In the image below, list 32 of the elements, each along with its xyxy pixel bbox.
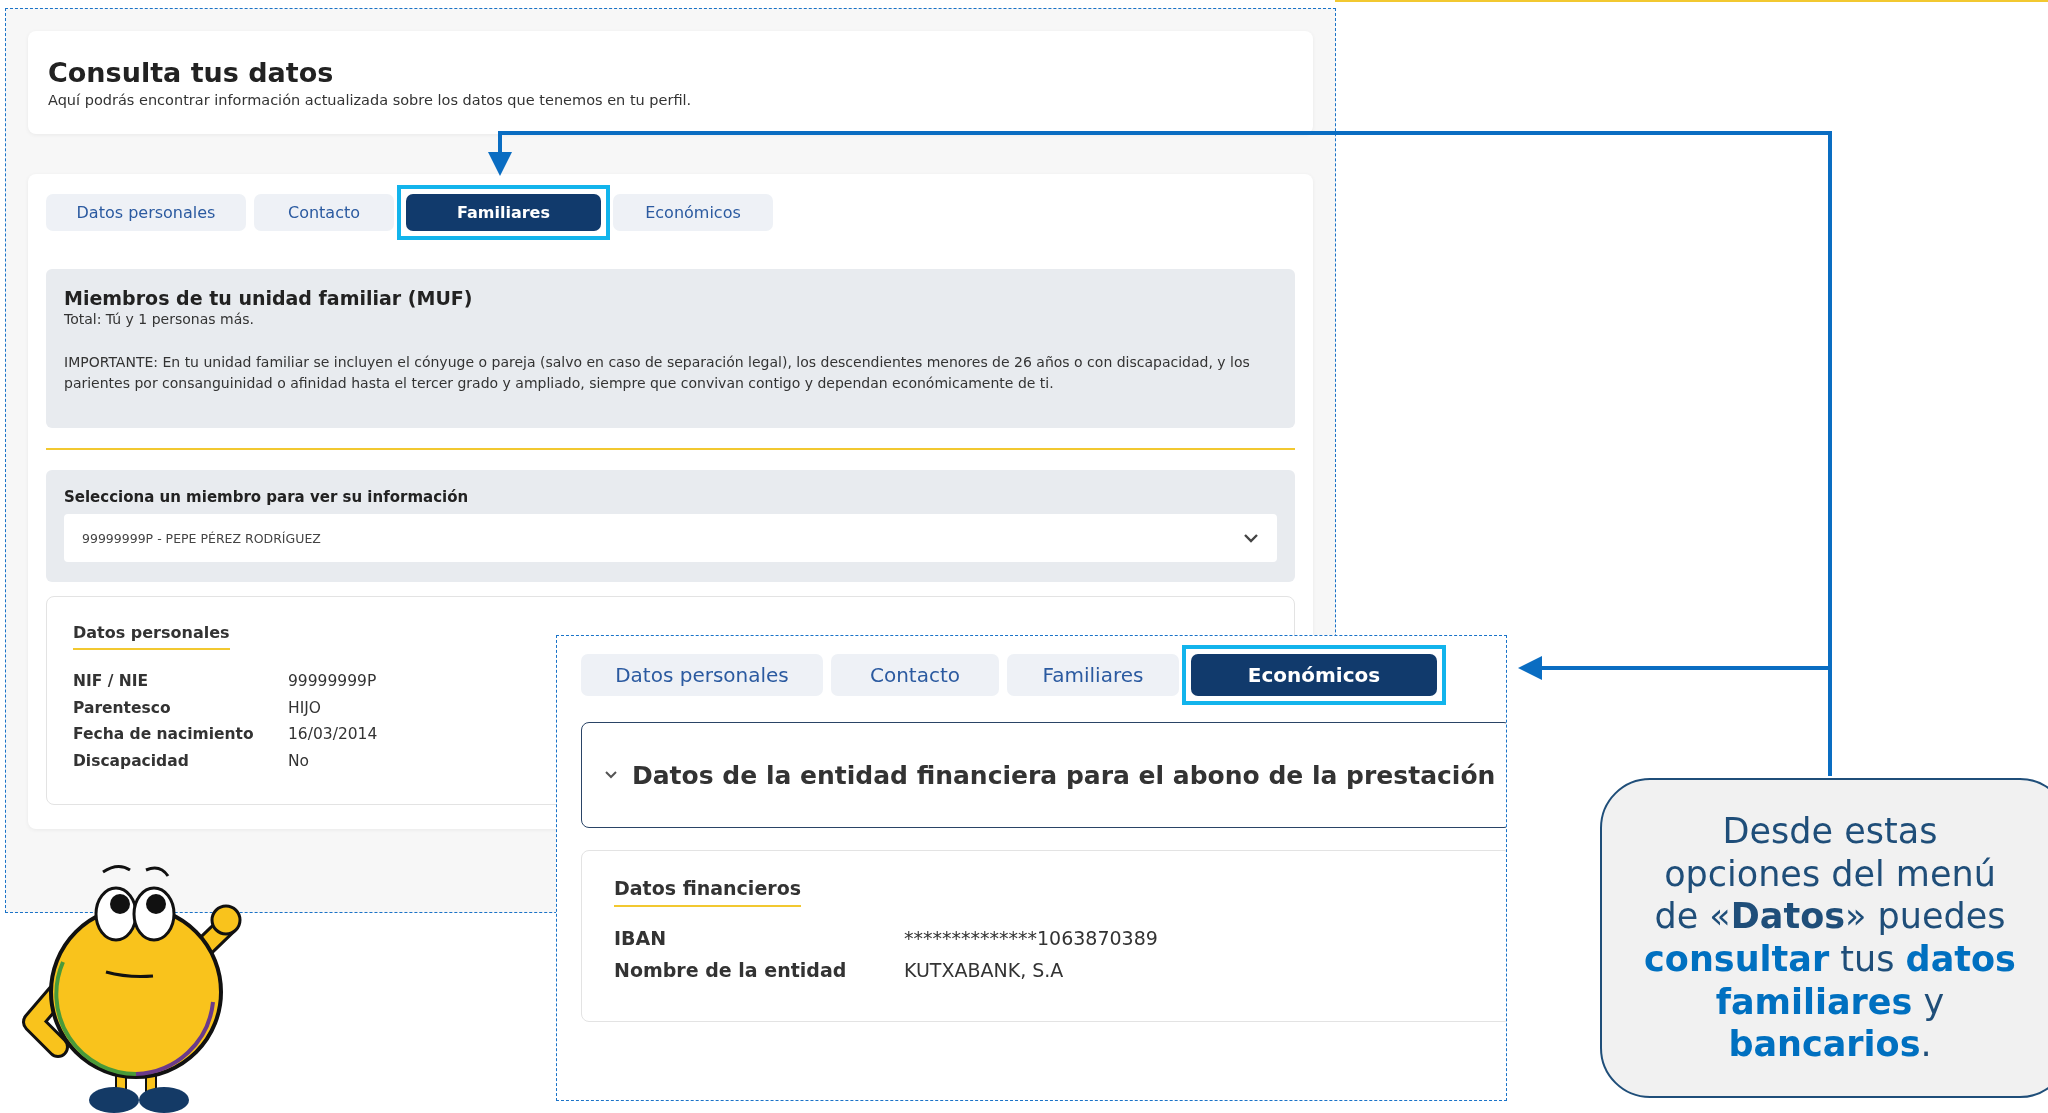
field-label: Parentesco — [73, 698, 172, 717]
select-label: Selecciona un miembro para ver su información — [64, 488, 470, 506]
total-text: Total: Tú y 1 personas más. — [64, 310, 255, 329]
tab[interactable]: Contacto — [831, 654, 999, 696]
field-value: HIJO — [288, 698, 321, 717]
tab[interactable]: Contacto — [254, 194, 394, 231]
tab[interactable]: Económicos — [613, 194, 773, 231]
tab[interactable]: Datos personales — [581, 654, 823, 696]
tab[interactable]: Familiares — [1007, 654, 1179, 696]
field-label: NIF / NIE — [73, 672, 150, 690]
page-title: Consulta tus datos — [48, 57, 335, 88]
field-label: Discapacidad — [73, 751, 190, 770]
page-subtitle: Aquí podrás encontrar información actualizada sobre los datos que tenemos en tu perfil. — [48, 92, 693, 108]
member-select[interactable]: 99999999P - PEPE PÉREZ RODRÍGUEZ — [64, 514, 1277, 562]
tab[interactable]: Datos personales — [46, 194, 246, 231]
field-label: Fecha de nacimiento — [73, 725, 255, 744]
field-label: IBAN — [614, 927, 668, 949]
section-title: Miembros de tu unidad familiar (MUF) — [64, 287, 474, 309]
accordion-header[interactable]: Datos de la entidad financiera para el abono de la prestación — [581, 722, 1506, 828]
field-label: Nombre de la entidad — [614, 959, 848, 982]
field-value: **************1063870389 — [904, 927, 1158, 949]
notice-text: IMPORTANTE: En tu unidad familiar se incluyen el cónyuge o pareja (salvo en caso de separación legal), los descendientes menores de 26 años o con discapacidad, y los parientes por consanguinidad o afinidad hasta el tercer grado y ampliado, siempre que convivan contigo y dependan económicamente de ti. — [64, 353, 1251, 393]
field-value: 99999999P — [288, 672, 377, 690]
card-title: Datos personales — [73, 623, 230, 650]
card-title: Datos financieros — [614, 877, 801, 907]
field-value: KUTXABANK, S.A — [904, 959, 1064, 982]
callout-text: Desde estas opciones del menú de «Datos» puedes consultar tus datos familiares y bancarios. — [1643, 809, 2017, 1067]
tab[interactable]: Económicos — [1191, 654, 1437, 696]
tab[interactable]: Familiares — [406, 194, 601, 231]
field-value: No — [288, 751, 310, 770]
chevron-down-icon — [1243, 533, 1259, 543]
field-value: 16/03/2014 — [288, 725, 378, 744]
